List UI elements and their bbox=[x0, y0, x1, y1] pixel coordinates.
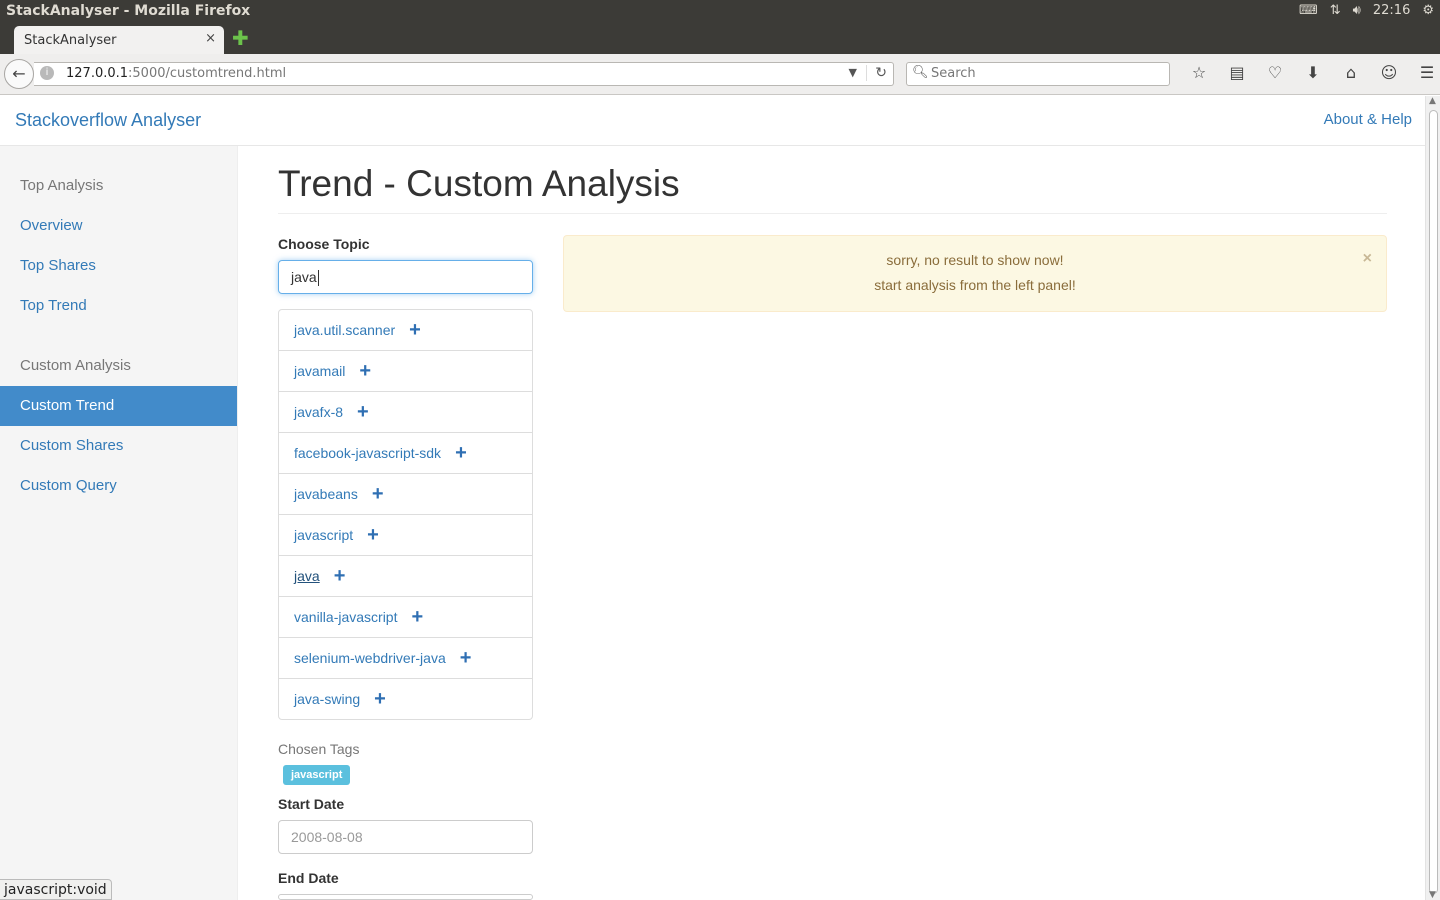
list-item[interactable]: java + bbox=[279, 556, 532, 597]
list-item[interactable]: selenium-webdriver-java + bbox=[279, 638, 532, 679]
add-plus-icon[interactable]: + bbox=[367, 515, 379, 555]
add-plus-icon[interactable]: + bbox=[374, 679, 386, 719]
clock[interactable]: 22:16 bbox=[1373, 3, 1410, 18]
suggestion-label[interactable]: javabeans bbox=[294, 486, 358, 502]
back-arrow-icon[interactable]: ← bbox=[4, 59, 34, 89]
alert-close-icon[interactable]: × bbox=[1363, 250, 1372, 268]
system-tray: ⌨ ⇅ 🔊︎ 22:16 ⚙ bbox=[1299, 3, 1434, 18]
url-text[interactable]: 127.0.0.1:5000/customtrend.html bbox=[66, 66, 286, 81]
tab-strip: StackAnalyser × ✚ bbox=[0, 24, 1440, 54]
sidebar-item-top-trend[interactable]: Top Trend bbox=[0, 286, 237, 326]
toolbar-icons: ☆ ▤ ♡ ⬇ ⌂ ☺ ☰ bbox=[1180, 63, 1440, 82]
reading-list-icon[interactable]: ▤ bbox=[1218, 63, 1256, 82]
url-dropdown-icon[interactable]: ▼ bbox=[849, 66, 857, 79]
list-item[interactable]: vanilla-javascript + bbox=[279, 597, 532, 638]
search-bar[interactable]: 🔍︎ Search bbox=[906, 62, 1170, 86]
list-item[interactable]: javascript + bbox=[279, 515, 532, 556]
suggestion-label[interactable]: javafx-8 bbox=[294, 404, 343, 420]
list-item[interactable]: javamail + bbox=[279, 351, 532, 392]
scroll-thumb[interactable] bbox=[1429, 110, 1438, 894]
home-icon[interactable]: ⌂ bbox=[1332, 63, 1370, 82]
topic-suggestion-list: java.util.scanner + javamail + javafx-8 + f… bbox=[278, 309, 533, 720]
suggestion-label[interactable]: vanilla-javascript bbox=[294, 609, 397, 625]
end-date-label: End Date bbox=[278, 870, 339, 886]
sidebar-item-top-shares[interactable]: Top Shares bbox=[0, 246, 237, 286]
chat-icon[interactable]: ☺ bbox=[1370, 63, 1408, 82]
list-item[interactable]: java.util.scanner + bbox=[279, 310, 532, 351]
keyboard-icon[interactable]: ⌨ bbox=[1299, 3, 1318, 18]
tab-title: StackAnalyser bbox=[24, 33, 117, 48]
browser-navbar: ← i 127.0.0.1:5000/customtrend.html ▼ ↻ … bbox=[0, 54, 1440, 95]
topic-input-value: java bbox=[291, 269, 317, 285]
page-title: Trend - Custom Analysis bbox=[278, 163, 680, 204]
tab-close-icon[interactable]: × bbox=[205, 31, 216, 46]
chosen-tag-badge[interactable]: javascript bbox=[283, 765, 351, 785]
add-plus-icon[interactable]: + bbox=[357, 392, 369, 432]
url-host: 127.0.0.1 bbox=[66, 66, 129, 81]
settings-gear-icon[interactable]: ⚙ bbox=[1422, 3, 1434, 18]
page-scrollbar[interactable]: ▲ ▼ bbox=[1425, 96, 1440, 900]
list-item[interactable]: javafx-8 + bbox=[279, 392, 532, 433]
sidebar-item-overview[interactable]: Overview bbox=[0, 206, 237, 246]
sidebar-item-custom-analysis: Custom Analysis bbox=[20, 357, 131, 374]
suggestion-label[interactable]: selenium-webdriver-java bbox=[294, 650, 446, 666]
suggestion-label[interactable]: facebook-javascript-sdk bbox=[294, 445, 441, 461]
add-plus-icon[interactable]: + bbox=[455, 433, 467, 473]
start-date-input[interactable]: 2008-08-08 bbox=[278, 820, 533, 854]
bookmark-star-icon[interactable]: ☆ bbox=[1180, 63, 1218, 82]
list-item[interactable]: java-swing + bbox=[279, 679, 532, 720]
search-placeholder: Search bbox=[931, 66, 976, 81]
choose-topic-label: Choose Topic bbox=[278, 236, 370, 252]
scroll-up-arrow-icon[interactable]: ▲ bbox=[1429, 96, 1436, 106]
add-plus-icon[interactable]: + bbox=[334, 556, 346, 596]
suggestion-label[interactable]: java-swing bbox=[294, 691, 360, 707]
start-date-label: Start Date bbox=[278, 796, 345, 812]
app-header: Stackoverflow Analyser About & Help bbox=[0, 96, 1425, 146]
end-date-input[interactable] bbox=[278, 894, 533, 900]
brand-link[interactable]: Stackoverflow Analyser bbox=[15, 110, 201, 131]
title-divider bbox=[278, 213, 1387, 214]
sidebar-item-custom-shares[interactable]: Custom Shares bbox=[0, 426, 237, 466]
chosen-tags-label: Chosen Tags bbox=[278, 741, 360, 757]
sidebar-item-top-analysis: Top Analysis bbox=[20, 177, 104, 194]
network-icon[interactable]: ⇅ bbox=[1330, 3, 1341, 18]
sidebar-item-custom-query[interactable]: Custom Query bbox=[0, 466, 237, 506]
suggestion-label[interactable]: java bbox=[294, 568, 320, 584]
add-plus-icon[interactable]: + bbox=[411, 597, 423, 637]
new-tab-plus-icon[interactable]: ✚ bbox=[232, 28, 249, 48]
alert-message: sorry, no result to show now! bbox=[886, 252, 1064, 268]
suggestion-label[interactable]: java.util.scanner bbox=[294, 322, 395, 338]
download-icon[interactable]: ⬇ bbox=[1294, 63, 1332, 82]
about-help-link[interactable]: About & Help bbox=[1324, 111, 1412, 128]
reload-icon[interactable]: ↻ bbox=[866, 65, 887, 81]
status-bar: javascript:void bbox=[0, 879, 112, 900]
url-path: :5000/customtrend.html bbox=[128, 66, 287, 81]
sidebar-item-custom-trend[interactable]: Custom Trend bbox=[0, 386, 237, 426]
site-info-icon[interactable]: i bbox=[40, 66, 54, 80]
scroll-down-arrow-icon[interactable]: ▼ bbox=[1429, 890, 1436, 900]
window-title: StackAnalyser - Mozilla Firefox bbox=[6, 3, 251, 19]
add-plus-icon[interactable]: + bbox=[359, 351, 371, 391]
url-bar[interactable]: i 127.0.0.1:5000/customtrend.html ▼ ↻ bbox=[34, 62, 894, 86]
list-item[interactable]: javabeans + bbox=[279, 474, 532, 515]
add-plus-icon[interactable]: + bbox=[460, 638, 472, 678]
sidebar: Top Analysis Overview Top Shares Top Tre… bbox=[0, 146, 238, 900]
no-result-alert: sorry, no result to show now! start anal… bbox=[563, 235, 1387, 312]
add-plus-icon[interactable]: + bbox=[409, 310, 421, 350]
add-plus-icon[interactable]: + bbox=[372, 474, 384, 514]
topic-search-input[interactable]: java bbox=[278, 260, 533, 294]
browser-tab[interactable]: StackAnalyser × bbox=[14, 26, 224, 54]
list-item[interactable]: facebook-javascript-sdk + bbox=[279, 433, 532, 474]
suggestion-label[interactable]: javascript bbox=[294, 527, 353, 543]
search-icon: 🔍︎ bbox=[912, 65, 929, 80]
suggestion-label[interactable]: javamail bbox=[294, 363, 345, 379]
start-date-placeholder: 2008-08-08 bbox=[291, 829, 363, 845]
volume-icon[interactable]: 🔊︎ bbox=[1353, 3, 1361, 18]
os-titlebar: StackAnalyser - Mozilla Firefox ⌨ ⇅ 🔊︎ 2… bbox=[0, 0, 1440, 24]
pocket-icon[interactable]: ♡ bbox=[1256, 63, 1294, 82]
menu-hamburger-icon[interactable]: ☰ bbox=[1408, 63, 1440, 82]
alert-hint: start analysis from the left panel! bbox=[874, 277, 1076, 293]
text-caret bbox=[317, 270, 319, 287]
